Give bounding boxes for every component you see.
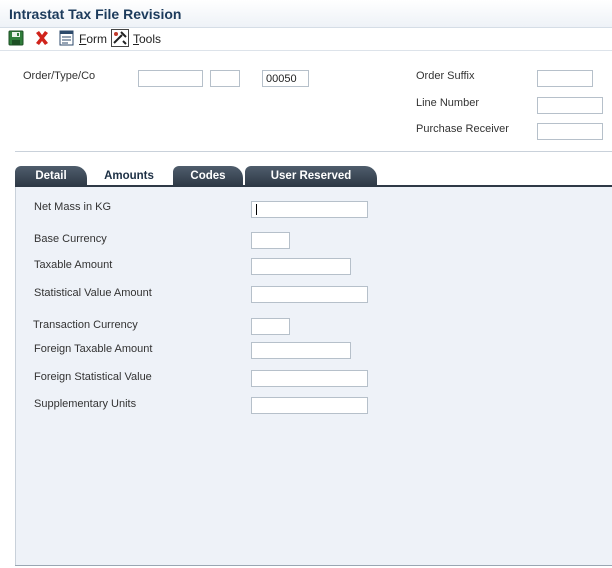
header-panel: Order/Type/Co Order Suffix Line Number P… bbox=[15, 60, 612, 152]
statistical-value-field[interactable] bbox=[251, 286, 368, 303]
form-menu-label: Form bbox=[79, 32, 108, 46]
transaction-currency-field[interactable] bbox=[251, 318, 290, 335]
statistical-value-label: Statistical Value Amount bbox=[34, 287, 152, 299]
line-number-field[interactable] bbox=[537, 97, 603, 114]
transaction-currency-label: Transaction Currency bbox=[33, 319, 138, 331]
window-title: Intrastat Tax File Revision bbox=[9, 6, 182, 22]
text-cursor bbox=[256, 204, 257, 215]
foreign-statistical-label: Foreign Statistical Value bbox=[34, 371, 152, 383]
foreign-taxable-label: Foreign Taxable Amount bbox=[34, 343, 153, 355]
tools-menu-button[interactable]: Tools bbox=[111, 28, 162, 50]
title-bar: Intrastat Tax File Revision bbox=[0, 0, 612, 28]
order-number-field[interactable] bbox=[138, 70, 203, 87]
tab-strip: Detail Amounts Codes User Reserved bbox=[15, 166, 612, 186]
taxable-amount-label: Taxable Amount bbox=[34, 259, 113, 271]
bottom-border bbox=[15, 565, 612, 566]
net-mass-label: Net Mass in KG bbox=[34, 201, 112, 213]
tab-codes[interactable]: Codes bbox=[173, 166, 243, 186]
save-icon bbox=[8, 30, 24, 49]
form-icon bbox=[59, 30, 75, 49]
base-currency-label: Base Currency bbox=[34, 233, 107, 245]
amounts-panel: Net Mass in KG Base Currency Taxable Amo… bbox=[15, 187, 612, 566]
order-suffix-field[interactable] bbox=[537, 70, 593, 87]
tools-icon bbox=[111, 28, 129, 50]
tab-user-reserved[interactable]: User Reserved bbox=[245, 166, 377, 186]
order-type-field[interactable] bbox=[210, 70, 240, 87]
tab-detail[interactable]: Detail bbox=[15, 166, 87, 186]
supplementary-units-field[interactable] bbox=[251, 397, 368, 414]
purchase-receiver-field[interactable] bbox=[537, 123, 603, 140]
order-suffix-label: Order Suffix bbox=[416, 70, 475, 82]
line-number-label: Line Number bbox=[416, 97, 479, 109]
foreign-taxable-field[interactable] bbox=[251, 342, 351, 359]
left-gutter bbox=[0, 52, 15, 568]
delete-icon bbox=[34, 30, 50, 49]
supplementary-units-label: Supplementary Units bbox=[34, 398, 137, 410]
purchase-receiver-label: Purchase Receiver bbox=[416, 123, 509, 135]
form-menu-button[interactable]: Form bbox=[59, 30, 107, 48]
tools-menu-label: Tools bbox=[133, 32, 162, 46]
foreign-statistical-field[interactable] bbox=[251, 370, 368, 387]
toolbar: Form Tools bbox=[0, 28, 612, 51]
save-button[interactable] bbox=[8, 30, 24, 48]
taxable-amount-field[interactable] bbox=[251, 258, 351, 275]
net-mass-field[interactable] bbox=[251, 201, 368, 218]
tab-amounts[interactable]: Amounts bbox=[87, 166, 171, 186]
order-company-field[interactable] bbox=[262, 70, 309, 87]
base-currency-field[interactable] bbox=[251, 232, 290, 249]
delete-button[interactable] bbox=[34, 30, 50, 48]
order-type-co-label: Order/Type/Co bbox=[23, 70, 96, 82]
